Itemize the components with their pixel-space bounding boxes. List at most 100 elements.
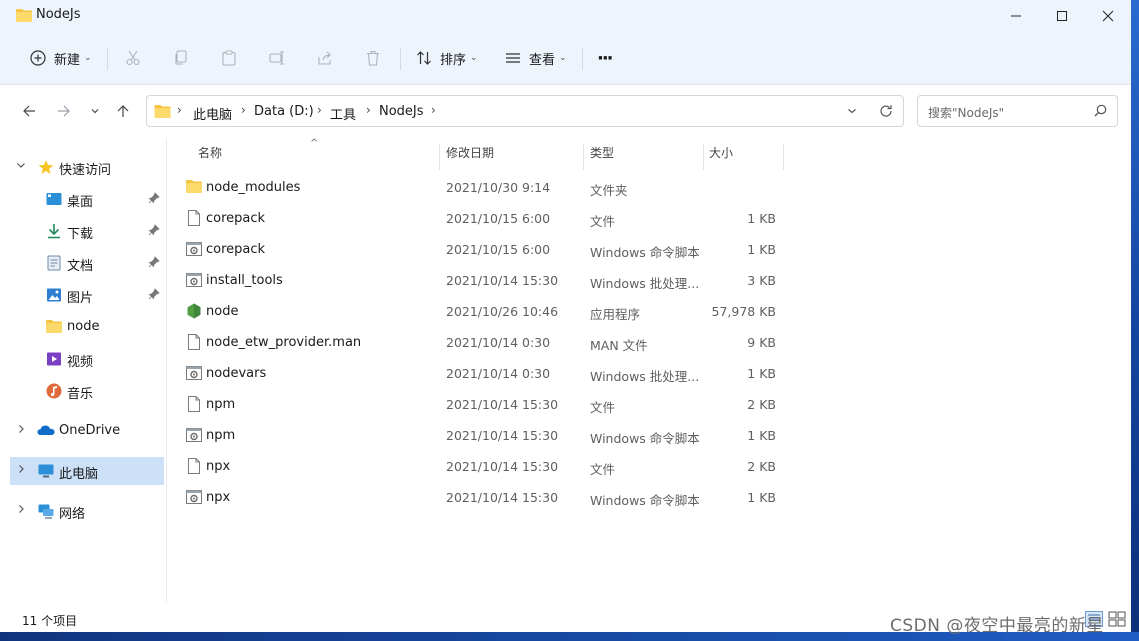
- file-name: corepack: [206, 211, 266, 226]
- sidebar-item-quick-access[interactable]: 快速访问: [0, 153, 166, 181]
- sidebar-item-desktop[interactable]: 桌面: [0, 185, 166, 213]
- file-name: node_modules: [206, 180, 301, 195]
- view-button[interactable]: 查看 ⌄: [503, 45, 567, 71]
- sidebar-item-pictures[interactable]: 图片: [0, 281, 166, 309]
- sidebar-item-label: 文档: [67, 259, 94, 274]
- chevron-down-icon: [91, 109, 99, 114]
- network-icon: [38, 503, 54, 519]
- tiles-view-icon[interactable]: [1108, 611, 1126, 631]
- sidebar-item-onedrive[interactable]: OneDrive: [0, 417, 166, 445]
- sidebar-item-label: 此电脑: [59, 467, 99, 482]
- music-icon: [46, 383, 62, 399]
- sort-button[interactable]: 排序 ⌄: [414, 45, 478, 71]
- file-date: 2021/10/14 15:30: [446, 273, 559, 288]
- script-icon: [186, 427, 202, 443]
- sidebar-item-label: OneDrive: [59, 423, 121, 438]
- pin-icon[interactable]: [148, 192, 160, 208]
- file-name: install_tools: [206, 273, 283, 288]
- file-row[interactable]: corepack 2021/10/15 6:00 文件 1 KB: [179, 203, 779, 234]
- file-row[interactable]: node_modules 2021/10/30 9:14 文件夹: [179, 172, 779, 203]
- pin-icon[interactable]: [148, 288, 160, 304]
- column-divider[interactable]: [703, 144, 704, 170]
- file-row[interactable]: npx 2021/10/14 15:30 文件 2 KB: [179, 451, 779, 482]
- chevron-right-icon[interactable]: [16, 424, 26, 437]
- close-button[interactable]: [1085, 0, 1131, 32]
- column-divider[interactable]: [583, 144, 584, 170]
- sidebar-item-this-pc[interactable]: 此电脑: [10, 457, 164, 485]
- new-label: 新建: [54, 52, 81, 68]
- new-button[interactable]: 新建 ⌄: [28, 45, 92, 71]
- file-date: 2021/10/15 6:00: [446, 242, 551, 257]
- download-icon: [46, 223, 62, 239]
- sidebar-item-label: 音乐: [67, 387, 94, 402]
- pin-icon[interactable]: [148, 224, 160, 240]
- forward-button[interactable]: [54, 101, 74, 121]
- file-date: 2021/10/26 10:46: [446, 304, 559, 319]
- maximize-button[interactable]: [1039, 0, 1085, 32]
- sidebar-item-videos[interactable]: 视频: [0, 345, 166, 373]
- sidebar-item-documents[interactable]: 文档: [0, 249, 166, 277]
- file-icon: [186, 396, 202, 412]
- window-title: NodeJs: [36, 7, 81, 22]
- file-row[interactable]: npm 2021/10/14 15:30 Windows 命令脚本 1 KB: [179, 420, 779, 451]
- file-row[interactable]: install_tools 2021/10/14 15:30 Windows 批处理…: [179, 265, 779, 296]
- more-options-button[interactable]: ···: [597, 45, 613, 71]
- file-row[interactable]: node_etw_provider.man 2021/10/14 0:30 MAN …: [179, 327, 779, 358]
- file-date: 2021/10/14 15:30: [446, 459, 559, 474]
- view-label: 查看: [529, 52, 556, 68]
- breadcrumb-item[interactable]: 此电脑: [193, 104, 232, 123]
- file-row[interactable]: nodevars 2021/10/14 0:30 Windows 批处理... 1 K…: [179, 358, 779, 389]
- chevron-down-icon[interactable]: [16, 160, 26, 173]
- cut-button[interactable]: [123, 45, 143, 71]
- paste-button[interactable]: [219, 45, 239, 71]
- recent-locations-button[interactable]: [85, 101, 105, 121]
- pin-icon[interactable]: [148, 256, 160, 272]
- file-date: 2021/10/14 15:30: [446, 490, 559, 505]
- share-button[interactable]: [315, 45, 335, 71]
- search-input[interactable]: 搜索"NodeJs": [917, 95, 1118, 127]
- file-name: npx: [206, 490, 231, 505]
- file-row[interactable]: npm 2021/10/14 15:30 文件 2 KB: [179, 389, 779, 420]
- copy-icon: [171, 48, 191, 68]
- minimize-button[interactable]: [993, 0, 1039, 32]
- column-header-name[interactable]: 名称: [198, 144, 222, 174]
- sidebar-item-network[interactable]: 网络: [0, 497, 166, 525]
- sidebar-item-node[interactable]: node: [0, 313, 166, 341]
- delete-button[interactable]: [363, 45, 383, 71]
- file-row[interactable]: corepack 2021/10/15 6:00 Windows 命令脚本 1 KB: [179, 234, 779, 265]
- breadcrumb-item[interactable]: Data (D:): [254, 104, 314, 119]
- column-header-date[interactable]: 修改日期: [446, 144, 494, 174]
- copy-button[interactable]: [171, 45, 191, 71]
- file-type: Windows 命令脚本: [590, 245, 700, 260]
- sidebar-item-label: 图片: [67, 291, 94, 306]
- address-bar[interactable]: › 此电脑 › Data (D:) › 工具 › NodeJs ›: [146, 95, 904, 127]
- rename-button[interactable]: [267, 45, 287, 71]
- chevron-right-icon[interactable]: [16, 464, 26, 477]
- scissors-icon: [123, 48, 143, 68]
- file-row[interactable]: npx 2021/10/14 15:30 Windows 命令脚本 1 KB: [179, 482, 779, 513]
- breadcrumb-item[interactable]: 工具: [330, 104, 356, 123]
- column-divider[interactable]: [439, 144, 440, 170]
- column-header-size[interactable]: 大小: [709, 144, 733, 174]
- breadcrumb-item[interactable]: NodeJs: [379, 104, 424, 119]
- search-placeholder: 搜索"NodeJs": [928, 106, 1005, 120]
- back-button[interactable]: [19, 101, 39, 121]
- file-size: 1 KB: [747, 428, 776, 443]
- sidebar-item-label: 下载: [67, 227, 94, 242]
- column-header-type[interactable]: 类型: [590, 144, 614, 174]
- sidebar-item-music[interactable]: 音乐: [0, 377, 166, 405]
- file-date: 2021/10/30 9:14: [446, 180, 551, 195]
- chevron-right-icon[interactable]: [16, 504, 26, 517]
- column-divider[interactable]: [783, 144, 784, 170]
- up-button[interactable]: [113, 101, 133, 121]
- address-dropdown-chevron-icon[interactable]: [847, 105, 857, 120]
- sidebar-item-downloads[interactable]: 下载: [0, 217, 166, 245]
- desktop-icon: [46, 191, 62, 207]
- sidebar-item-label: node: [67, 319, 100, 334]
- sidebar-item-label: 网络: [59, 507, 86, 522]
- refresh-icon[interactable]: [879, 104, 893, 122]
- file-name: corepack: [206, 242, 266, 257]
- file-row[interactable]: node 2021/10/26 10:46 应用程序 57,978 KB: [179, 296, 779, 327]
- file-size: 9 KB: [747, 335, 776, 350]
- file-name: npx: [206, 459, 231, 474]
